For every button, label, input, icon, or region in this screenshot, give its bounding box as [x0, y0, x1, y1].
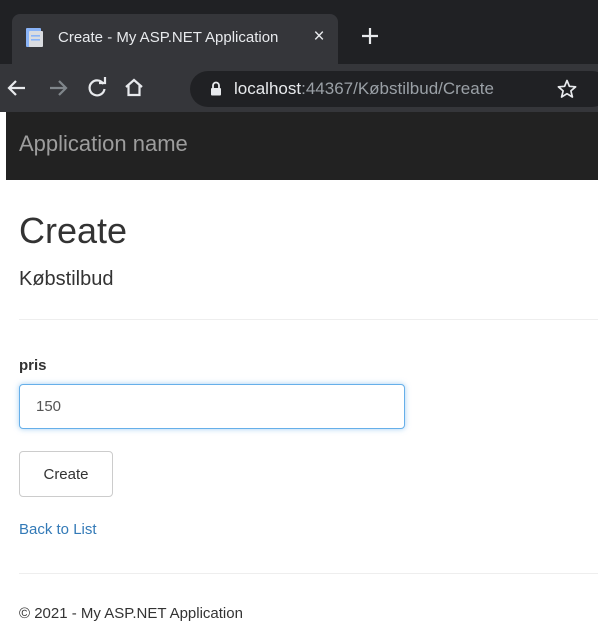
lock-icon[interactable]	[210, 81, 222, 96]
plus-icon[interactable]	[356, 22, 384, 50]
brand-link[interactable]: Application name	[19, 131, 188, 157]
url-host: localhost	[234, 79, 302, 98]
back-to-list-link[interactable]: Back to List	[19, 521, 97, 538]
url-text[interactable]: localhost:44367/Købstilbud/Create	[234, 79, 494, 99]
page-icon	[25, 27, 44, 48]
footer-copyright: © 2021 - My ASP.NET Application	[19, 605, 243, 622]
reload-icon[interactable]	[84, 75, 110, 101]
pris-label: pris	[19, 357, 47, 374]
browser-chrome: Create - My ASP.NET Application × localh…	[0, 0, 598, 180]
footer-divider	[19, 573, 598, 574]
page-subtitle: Købstilbud	[19, 268, 114, 290]
star-icon[interactable]	[556, 78, 578, 100]
tab-title: Create - My ASP.NET Application	[58, 29, 279, 46]
browser-toolbar: localhost:44367/Købstilbud/Create	[0, 64, 598, 112]
app-navbar: Application name	[6, 112, 598, 180]
address-bar[interactable]: localhost:44367/Købstilbud/Create	[190, 71, 598, 107]
close-icon[interactable]: ×	[309, 26, 329, 48]
arrow-right-icon[interactable]	[45, 75, 71, 101]
pris-input[interactable]	[19, 384, 405, 429]
home-icon[interactable]	[121, 75, 147, 101]
tab-strip: Create - My ASP.NET Application ×	[0, 0, 598, 64]
arrow-left-icon[interactable]	[4, 75, 30, 101]
url-path: :44367/Købstilbud/Create	[301, 79, 494, 98]
create-button[interactable]: Create	[19, 451, 113, 497]
browser-tab[interactable]: Create - My ASP.NET Application ×	[12, 14, 338, 64]
page-title: Create	[19, 210, 128, 251]
divider	[19, 319, 598, 320]
